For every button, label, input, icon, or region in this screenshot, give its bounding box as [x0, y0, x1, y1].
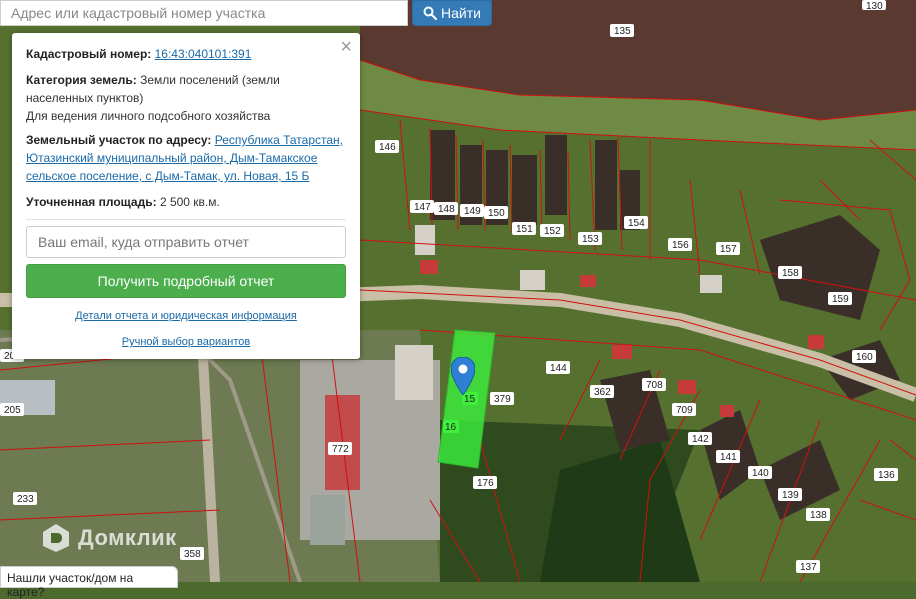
address-row: Земельный участок по адресу: Республика …: [26, 131, 346, 185]
parcel-label: 151: [512, 222, 536, 235]
manual-selection-link[interactable]: Ручной выбор вариантов: [122, 336, 250, 348]
svg-text:153: 153: [582, 234, 599, 245]
domclick-logo-icon: [43, 524, 69, 552]
svg-text:362: 362: [594, 387, 611, 398]
parcel-label: 141: [716, 450, 740, 463]
parcel-label: 233: [13, 492, 37, 505]
parcel-label: 147: [410, 200, 434, 213]
parcel-label: 205: [0, 403, 24, 416]
details-link-row: Детали отчета и юридическая информация: [26, 310, 346, 322]
manual-link-row: Ручной выбор вариантов: [26, 336, 346, 348]
svg-text:358: 358: [184, 549, 201, 560]
address-label: Земельный участок по адресу:: [26, 133, 212, 147]
parcel-label: 362: [590, 385, 614, 398]
parcel-label: 139: [778, 488, 802, 501]
svg-text:150: 150: [488, 208, 505, 219]
svg-text:379: 379: [494, 394, 511, 405]
search-button-label: Найти: [441, 5, 481, 21]
parcel-label: 157: [716, 242, 740, 255]
close-icon[interactable]: ×: [340, 37, 352, 57]
svg-text:140: 140: [752, 468, 769, 479]
svg-text:176: 176: [477, 478, 494, 489]
svg-text:708: 708: [646, 380, 663, 391]
parcel-label: 709: [672, 403, 696, 416]
parcel-label: 146: [375, 140, 399, 153]
svg-text:135: 135: [614, 26, 631, 37]
parcel-label: 154: [624, 216, 648, 229]
get-report-button[interactable]: Получить подробный отчет: [26, 264, 346, 298]
parcel-label: 160: [852, 350, 876, 363]
cadastral-number-link[interactable]: 16:43:040101:391: [155, 47, 252, 61]
area-row: Уточненная площадь: 2 500 кв.м.: [26, 193, 346, 211]
svg-text:157: 157: [720, 244, 737, 255]
svg-text:136: 136: [878, 470, 895, 481]
parcel-label: 708: [642, 378, 666, 391]
parcel-label: 153: [578, 232, 602, 245]
parcel-label: 130: [862, 0, 886, 12]
parcel-label: 16: [443, 420, 459, 433]
parcel-label: 140: [748, 466, 772, 479]
parcel-label: 379: [490, 392, 514, 405]
parcel-label: 358: [180, 547, 204, 560]
svg-text:16: 16: [445, 422, 457, 433]
svg-text:147: 147: [414, 202, 431, 213]
email-field[interactable]: [26, 226, 346, 258]
svg-text:130: 130: [866, 1, 883, 12]
parcel-label: 158: [778, 266, 802, 279]
svg-text:156: 156: [672, 240, 689, 251]
search-icon: [423, 6, 438, 20]
svg-text:158: 158: [782, 268, 799, 279]
parcel-label: 137: [796, 560, 820, 573]
parcel-label: 149: [460, 204, 484, 217]
svg-text:709: 709: [676, 405, 693, 416]
svg-text:15: 15: [464, 394, 476, 405]
svg-text:160: 160: [856, 352, 873, 363]
parcel-label: 156: [668, 238, 692, 251]
location-pin-icon[interactable]: [451, 357, 475, 395]
brand-watermark: Домклик: [40, 522, 177, 554]
watermark-text: Домклик: [78, 525, 177, 550]
parcel-label: 152: [540, 224, 564, 237]
parcel-label: 138: [806, 508, 830, 521]
parcel-label: 144: [546, 361, 570, 374]
svg-text:154: 154: [628, 218, 645, 229]
report-details-link[interactable]: Детали отчета и юридическая информация: [75, 310, 297, 322]
usage-value: Для ведения личного подсобного хозяйства: [26, 109, 271, 123]
parcel-label: 159: [828, 292, 852, 305]
cadastral-number-row: Кадастровый номер: 16:43:040101:391: [26, 45, 346, 63]
divider: [26, 219, 346, 220]
parcel-label: 135: [610, 24, 634, 37]
parcel-label: 136: [874, 468, 898, 481]
area-value: 2 500 кв.м.: [159, 195, 220, 209]
svg-text:149: 149: [464, 206, 481, 217]
search-button[interactable]: Найти: [412, 0, 492, 26]
parcel-label: 142: [688, 432, 712, 445]
area-label: Уточненная площадь:: [26, 195, 157, 209]
svg-text:142: 142: [692, 434, 709, 445]
svg-text:205: 205: [4, 405, 21, 416]
land-category-row: Категория земель: Земли поселений (земли…: [26, 71, 346, 125]
svg-text:148: 148: [438, 204, 455, 215]
svg-text:233: 233: [17, 494, 34, 505]
svg-text:144: 144: [550, 363, 567, 374]
category-label: Категория земель:: [26, 73, 137, 87]
parcel-label: 772: [328, 442, 352, 455]
svg-text:772: 772: [332, 444, 349, 455]
parcel-info-popup: × Кадастровый номер: 16:43:040101:391 Ка…: [12, 33, 360, 359]
svg-text:137: 137: [800, 562, 817, 573]
feedback-bubble[interactable]: Нашли участок/дом на карте?: [0, 566, 178, 599]
parcel-label: 148: [434, 202, 458, 215]
svg-text:141: 141: [720, 452, 737, 463]
svg-text:151: 151: [516, 224, 533, 235]
parcel-label: 176: [473, 476, 497, 489]
cadastral-label: Кадастровый номер:: [26, 47, 152, 61]
svg-text:152: 152: [544, 226, 561, 237]
svg-text:138: 138: [810, 510, 827, 521]
svg-text:159: 159: [832, 294, 849, 305]
svg-text:139: 139: [782, 490, 799, 501]
svg-text:146: 146: [379, 142, 396, 153]
parcel-label: 150: [484, 206, 508, 219]
search-input[interactable]: [0, 0, 408, 26]
